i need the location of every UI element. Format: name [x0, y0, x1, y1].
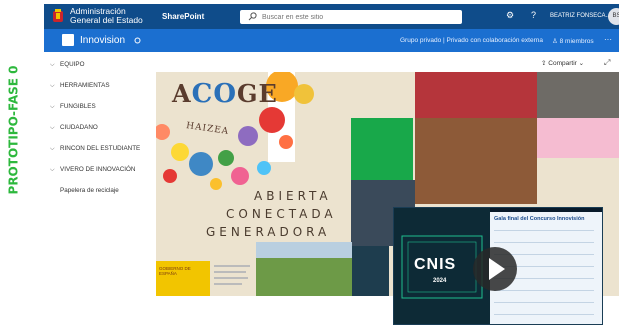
share-icon: ⇪: [541, 60, 547, 67]
nav-item-label: CIUDADANO: [60, 124, 98, 131]
organization-name: Administración General del Estado: [70, 7, 143, 25]
share-button[interactable]: ⇪ Compartir ⌄: [541, 59, 584, 67]
nav-item-herramientas[interactable]: ⌵ HERRAMIENTAS: [50, 82, 110, 90]
video-player[interactable]: CNIS 2024 Gala final del Concurso Innovi…: [393, 207, 603, 325]
gear-icon[interactable]: ⚙: [506, 10, 514, 21]
acoge-logo: ACOGE: [172, 79, 278, 109]
nav-item-label: FUNGIBLES: [60, 103, 96, 110]
chevron-down-icon[interactable]: ⌵: [50, 83, 60, 90]
banner-green-block: [351, 118, 413, 180]
person-icon: ♙: [552, 38, 558, 45]
banner-pink-block: [537, 118, 619, 158]
banner-photo-boats: [415, 72, 537, 118]
gobierno-logo: GOBIERNO DE ESPAÑA: [156, 261, 210, 296]
acoge-ge: GE: [236, 79, 278, 108]
chevron-down-icon[interactable]: ⌵: [50, 104, 60, 111]
site-privacy-info: Grupo privado | Privado con colaboración…: [400, 37, 543, 44]
prototype-phase-text: PROTOTIPO-FASE 0: [6, 65, 21, 195]
gala-title: Gala final del Concurso Innovisión: [494, 216, 585, 222]
play-icon[interactable]: [473, 247, 517, 291]
slogan-generadora: GENERADORA: [206, 225, 331, 239]
chevron-down-icon: ⌄: [578, 60, 585, 67]
nav-item-label: EQUIPO: [60, 61, 85, 68]
banner-photo-stones: [537, 72, 619, 118]
slogan-abierta: ABIERTA: [254, 189, 332, 203]
cnis-year: 2024: [433, 278, 447, 284]
help-question-icon[interactable]: ?: [531, 10, 536, 20]
nav-item-fungibles[interactable]: ⌵ FUNGIBLES: [50, 103, 96, 111]
nav-item-rincon-del-estudiante[interactable]: ⌵ RINCON DEL ESTUDIANTE: [50, 145, 140, 153]
search-box[interactable]: [240, 10, 462, 24]
banner-photo-plant: [352, 246, 389, 296]
members-button[interactable]: ♙ 8 miembros: [552, 37, 594, 45]
acoge-letter-a: A: [172, 79, 192, 108]
banner-photo-sky: [256, 242, 352, 258]
site-header: Innovision Grupo privado | Privado con c…: [44, 29, 619, 52]
nav-item-vivero-de-innovacion[interactable]: ⌵ VIVERO DE INNOVACIÓN: [50, 166, 135, 174]
nav-item-label: RINCON DEL ESTUDIANTE: [60, 145, 141, 152]
sharepoint-app-name[interactable]: SharePoint: [162, 12, 204, 21]
chevron-down-icon[interactable]: ⌵: [50, 146, 60, 153]
gobierno-fine-print: [214, 265, 252, 285]
chevron-down-icon[interactable]: ⌵: [50, 62, 60, 69]
banner-photo-cow: [415, 118, 537, 204]
nav-item-equipo[interactable]: ⌵ EQUIPO: [50, 61, 85, 69]
site-logo-icon[interactable]: [62, 34, 74, 46]
cnis-title: CNIS: [414, 256, 457, 273]
site-follow-icon[interactable]: [134, 37, 141, 44]
nav-item-label: VIVERO DE INNOVACIÓN: [60, 166, 136, 173]
nav-item-papelera[interactable]: Papelera de reciclaje: [60, 187, 119, 194]
acoge-co: CO: [191, 79, 237, 109]
slogan-conectada: CONECTADA: [226, 207, 337, 221]
user-name[interactable]: BEATRIZ FONSECA...: [550, 13, 611, 19]
chevron-down-icon[interactable]: ⌵: [50, 125, 60, 132]
search-input[interactable]: [262, 11, 452, 23]
government-crest-icon: [53, 9, 63, 22]
organization-line-2: General del Estado: [70, 15, 143, 25]
prototype-phase-label: PROTOTIPO-FASE 0: [3, 50, 23, 210]
search-icon: [248, 12, 257, 21]
avatar[interactable]: BS: [608, 8, 619, 25]
expand-icon[interactable]: ⤢: [604, 58, 610, 68]
more-options-button[interactable]: ···: [604, 35, 612, 44]
left-navigation: ⌵ EQUIPO ⌵ HERRAMIENTAS ⌵ FUNGIBLES ⌵ CIUDAD…: [44, 52, 156, 296]
site-name[interactable]: Innovision: [80, 35, 125, 46]
nav-item-ciudadano[interactable]: ⌵ CIUDADANO: [50, 124, 98, 132]
command-bar: ⇪ Compartir ⌄ ⤢: [156, 52, 619, 72]
suite-bar: Administración General del Estado ShareP…: [44, 4, 619, 29]
share-label: Compartir: [548, 60, 577, 67]
members-count: 8 miembros: [559, 38, 594, 45]
nav-item-label: HERRAMIENTAS: [60, 82, 110, 89]
chevron-down-icon[interactable]: ⌵: [50, 167, 60, 174]
